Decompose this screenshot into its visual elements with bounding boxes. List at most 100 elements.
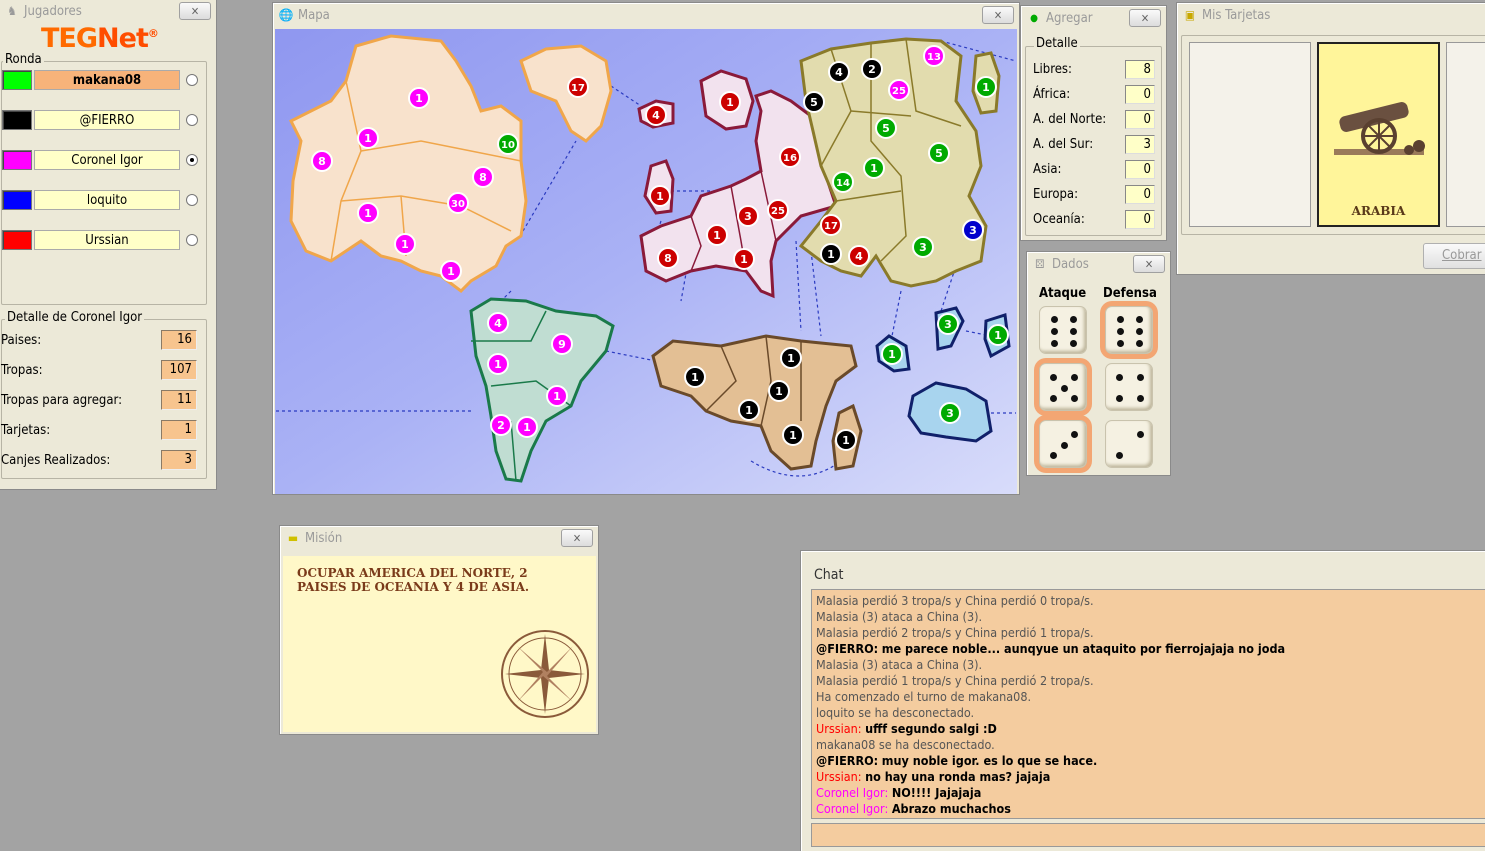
army-marker[interactable]: 1	[780, 347, 802, 369]
close-icon[interactable]: ✕	[982, 6, 1014, 24]
add-value[interactable]: 0	[1125, 209, 1155, 229]
add-value[interactable]: 0	[1125, 159, 1155, 179]
army-marker[interactable]: 3	[939, 402, 961, 424]
army-marker[interactable]: 3	[962, 219, 984, 241]
army-marker[interactable]: 1	[881, 343, 903, 365]
army-marker[interactable]: 30	[447, 192, 469, 214]
army-marker[interactable]: 1	[987, 324, 1009, 346]
army-marker[interactable]: 3	[912, 236, 934, 258]
army-marker[interactable]: 14	[832, 171, 854, 193]
army-marker[interactable]: 1	[719, 91, 741, 113]
dice-window: ⚄ Dados ✕ Ataque Defensa	[1026, 251, 1171, 476]
army-marker[interactable]: 4	[828, 61, 850, 83]
player-row[interactable]: loquito	[2, 189, 198, 211]
close-icon[interactable]: ✕	[561, 529, 593, 547]
army-marker[interactable]: 1	[684, 366, 706, 388]
army-marker[interactable]: 5	[803, 91, 825, 113]
army-count: 1	[888, 348, 896, 361]
army-marker[interactable]: 4	[848, 245, 870, 267]
cobrar-button[interactable]: Cobrar	[1423, 243, 1485, 269]
add-row: Asia: 0	[1033, 159, 1155, 179]
country-card[interactable]: ARABIA	[1317, 42, 1440, 227]
army-count: 1	[726, 96, 734, 109]
army-marker[interactable]: 8	[657, 247, 679, 269]
army-marker[interactable]: 1	[706, 224, 728, 246]
army-marker[interactable]: 1	[357, 127, 379, 149]
army-marker[interactable]: 1	[863, 157, 885, 179]
cards-titlebar[interactable]: ▣ Mis Tarjetas	[1177, 3, 1485, 27]
world-map[interactable]: 118108301111749112 1411163 2518 1171 44 21325…	[275, 29, 1017, 494]
army-marker[interactable]: 3	[737, 205, 759, 227]
army-marker[interactable]: 1	[516, 416, 538, 438]
army-marker[interactable]: 1	[394, 233, 416, 255]
army-marker[interactable]: 1	[440, 260, 462, 282]
chat-log[interactable]: Malasia perdió 3 tropa/s y China perdió …	[811, 589, 1485, 819]
army-marker[interactable]: 17	[820, 214, 842, 236]
army-marker[interactable]: 1	[733, 248, 755, 270]
army-marker[interactable]: 1	[738, 399, 760, 421]
cards-icon: ▣	[1184, 8, 1196, 22]
chat-input[interactable]	[811, 823, 1485, 847]
mission-title: Misión	[305, 530, 343, 546]
army-marker[interactable]: 8	[311, 150, 333, 172]
army-marker[interactable]: 1	[835, 429, 857, 451]
army-marker[interactable]: 25	[888, 79, 910, 101]
army-count: 1	[994, 329, 1002, 342]
army-marker[interactable]: 4	[645, 104, 667, 126]
army-marker[interactable]: 17	[567, 76, 589, 98]
army-marker[interactable]: 25	[767, 199, 789, 221]
army-marker[interactable]: 5	[928, 142, 950, 164]
close-icon[interactable]: ✕	[1133, 255, 1165, 273]
army-marker[interactable]: 2	[861, 58, 883, 80]
player-color-swatch	[2, 110, 32, 130]
army-marker[interactable]: 1	[782, 424, 804, 446]
army-marker[interactable]: 1	[649, 185, 671, 207]
army-marker[interactable]: 10	[497, 133, 519, 155]
mission-panel: OCUPAR AMERICA DEL NORTE, 2 PAISES DE OC…	[283, 556, 596, 732]
army-marker[interactable]: 1	[975, 76, 997, 98]
die-pip	[1137, 430, 1145, 438]
close-icon[interactable]: ✕	[1129, 9, 1161, 27]
player-radio[interactable]	[186, 194, 198, 206]
player-radio[interactable]	[186, 74, 198, 86]
player-row[interactable]: @FIERRO	[2, 109, 198, 131]
mission-titlebar[interactable]: ▬ Misión ✕	[280, 526, 598, 550]
player-row[interactable]: Coronel Igor	[2, 149, 198, 171]
chat-line: Malasia perdió 3 tropa/s y China perdió …	[816, 593, 1094, 608]
army-marker[interactable]: 1	[546, 385, 568, 407]
chat-line: makana08 se ha desconectado.	[816, 737, 995, 752]
army-marker[interactable]: 1	[487, 353, 509, 375]
dice-titlebar[interactable]: ⚄ Dados ✕	[1027, 252, 1170, 276]
army-marker[interactable]: 13	[923, 45, 945, 67]
army-marker[interactable]: 16	[779, 146, 801, 168]
close-icon[interactable]: ✕	[179, 2, 211, 20]
chat-line: @FIERRO: muy noble igor. es lo que se ha…	[816, 753, 1485, 769]
add-value[interactable]: 0	[1125, 109, 1155, 129]
chat-line: Malasia perdió 1 tropa/s y China perdió …	[816, 673, 1094, 688]
army-marker[interactable]: 9	[551, 333, 573, 355]
army-marker[interactable]: 4	[487, 312, 509, 334]
add-value[interactable]: 0	[1125, 184, 1155, 204]
army-marker[interactable]: 1	[408, 87, 430, 109]
army-marker[interactable]: 1	[820, 243, 842, 265]
army-marker[interactable]: 3	[937, 313, 959, 335]
card-country-name: ARABIA	[1351, 204, 1406, 218]
army-count: 1	[789, 429, 797, 442]
player-radio[interactable]	[186, 234, 198, 246]
add-value[interactable]: 0	[1125, 84, 1155, 104]
army-marker[interactable]: 1	[768, 380, 790, 402]
player-radio[interactable]	[186, 114, 198, 126]
chat-line: Ha comenzado el turno de makana08.	[816, 689, 1032, 704]
players-titlebar[interactable]: ♞ Jugadores ✕	[0, 0, 216, 23]
army-marker[interactable]: 8	[472, 166, 494, 188]
add-titlebar[interactable]: ● Agregar ✕	[1021, 6, 1166, 30]
army-marker[interactable]: 1	[357, 202, 379, 224]
map-titlebar[interactable]: 🌐 Mapa ✕	[273, 3, 1019, 27]
army-marker[interactable]: 2	[490, 414, 512, 436]
add-value[interactable]: 3	[1125, 134, 1155, 154]
player-row[interactable]: Urssian	[2, 229, 198, 251]
add-value[interactable]: 8	[1125, 59, 1155, 79]
army-marker[interactable]: 5	[875, 117, 897, 139]
player-row[interactable]: makana08	[2, 69, 198, 91]
player-radio[interactable]	[186, 154, 198, 166]
